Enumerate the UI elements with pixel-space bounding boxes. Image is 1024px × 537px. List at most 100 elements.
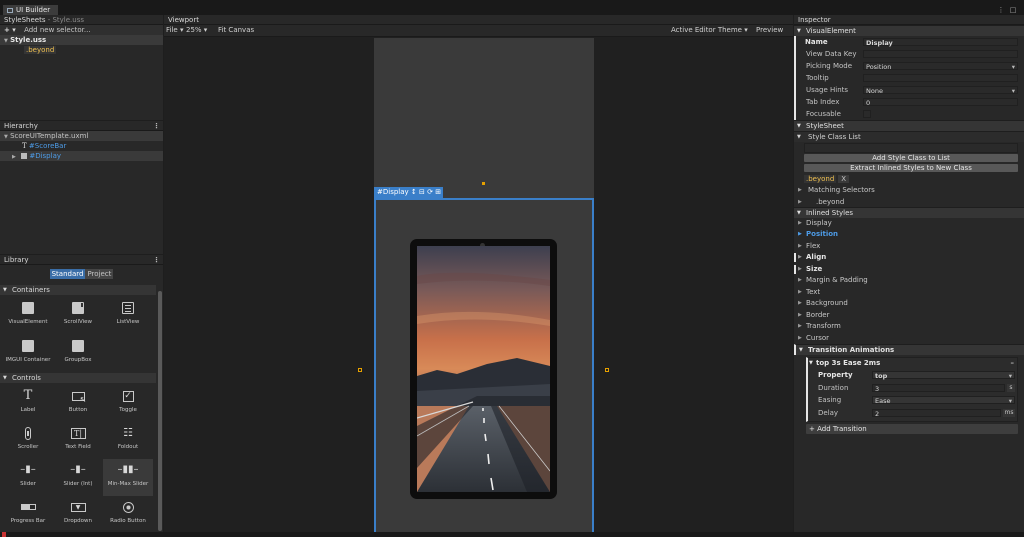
section-visual-element[interactable]: VisualElement [794,25,1024,37]
duration-unit[interactable]: s [1007,383,1015,392]
style-section-text[interactable]: Text [794,287,1024,299]
duration-field[interactable]: 3 [872,383,1005,393]
resize-handle-right[interactable] [605,368,609,372]
hierarchy-item-display[interactable]: ▶ #Display [0,151,163,161]
style-section-background[interactable]: Background [794,298,1024,310]
scroll-view-icon [72,302,84,314]
expand-arrow-icon[interactable]: ▼ [4,38,8,44]
hierarchy-item-scorebar[interactable]: T #ScoreBar [0,141,163,151]
library-item-progress-bar[interactable]: Progress Bar [3,496,53,533]
library-item-scrollview[interactable]: ScrollView [53,297,103,334]
library-item-radio-button[interactable]: Radio Button [103,496,153,533]
refresh-icon[interactable]: ⟳ [427,188,433,196]
resize-handle-left[interactable] [358,368,362,372]
label-icon: T [22,142,27,150]
foldout-icon: ☷ [123,426,133,439]
tab-standard[interactable]: Standard [49,269,86,279]
delay-unit[interactable]: ms [1003,408,1015,417]
preview-toggle[interactable]: Preview [756,25,783,35]
list-view-icon [122,302,134,314]
library-item-slider[interactable]: –▮– Slider [3,459,53,496]
tab-project[interactable]: Project [85,269,114,279]
delay-field[interactable]: 2 [872,408,1001,418]
kebab-icon[interactable]: ⋮ [153,121,160,131]
stylesheet-file-row[interactable]: ▼ Style.uss [0,35,163,45]
selected-element-tag[interactable]: #Display ↕ ⊟ ⟳ ⊞ [374,187,443,198]
hierarchy-header: Hierarchy ⋮ [0,121,163,131]
controls-category[interactable]: Controls [0,373,156,383]
library-item-toggle[interactable]: ✓ Toggle [103,385,153,422]
library-item-slider-int[interactable]: –▮– Slider (Int) [53,459,103,496]
file-menu[interactable]: File ▾ [166,25,183,35]
style-section-position[interactable]: Position [794,229,1024,241]
matching-selector-item[interactable]: .beyond [794,197,1024,207]
tooltip-field[interactable] [863,74,1018,82]
library-item-dropdown[interactable]: ▼ Dropdown [53,496,103,533]
add-selector-input[interactable]: Add new selector... [24,26,90,34]
collapse-arrow-icon[interactable]: ▶ [12,154,16,160]
add-style-class-button[interactable]: Add Style Class to List [804,154,1018,162]
hierarchy-root[interactable]: ▼ ScoreUITemplate.uxml [0,131,163,141]
style-section-border[interactable]: Border [794,310,1024,322]
class-chip-row: .beyond X [794,174,1024,185]
expand-arrow-icon[interactable]: ▼ [809,358,813,369]
kebab-icon[interactable]: ⋮ [153,255,160,265]
library-item-min-max-slider[interactable]: –▮▮– Min-Max Slider [103,459,153,496]
style-section-display[interactable]: Display [794,218,1024,230]
library-item-visualelement[interactable]: VisualElement [3,297,53,334]
kebab-menu-icon[interactable]: ⋮ [996,5,1006,15]
easing-dropdown[interactable]: Ease [872,396,1015,405]
ui-builder-tab[interactable]: UI Builder [3,5,58,15]
min-max-slider-icon: –▮▮– [117,464,139,475]
section-inlined-styles[interactable]: Inlined Styles [794,206,1024,219]
style-section-flex[interactable]: Flex [794,241,1024,253]
fit-canvas-button[interactable]: Fit Canvas [218,25,254,35]
style-class-list-foldout[interactable]: Style Class List [794,131,1024,143]
style-section-size[interactable]: Size [794,264,1024,276]
library-scrollbar[interactable] [158,291,162,531]
add-selector-row[interactable]: + ▾ Add new selector... [0,25,163,35]
section-transition-animations[interactable]: Transition Animations [794,344,1024,356]
property-dropdown[interactable]: top [872,371,1015,380]
library-item-listview[interactable]: ListView [103,297,153,334]
picking-mode-dropdown[interactable]: Position [863,62,1018,71]
expand-arrow-icon[interactable]: ▼ [4,134,8,140]
library-item-label[interactable]: T Label [3,385,53,422]
selector-row[interactable]: .beyond [0,45,163,55]
style-section-transform[interactable]: Transform [794,321,1024,333]
library-item-button[interactable]: ↖ Button [53,385,103,422]
style-section-align[interactable]: Align [794,252,1024,264]
name-field[interactable]: Display [863,38,1018,47]
library-item-scroller[interactable]: Scroller [3,422,53,459]
focusable-checkbox[interactable] [863,110,871,118]
matching-selectors-foldout[interactable]: Matching Selectors [794,185,1024,197]
library-item-foldout[interactable]: ☷ Foldout [103,422,153,459]
view-data-key-field[interactable] [863,50,1018,58]
zoom-menu[interactable]: 25% ▾ [186,25,207,35]
library-item-imgui-container[interactable]: IMGUI Container [3,335,53,372]
layout-icon[interactable]: ⊟ [419,188,425,196]
library-item-groupbox[interactable]: GroupBox [53,335,103,372]
maximize-icon[interactable]: □ [1008,5,1018,15]
style-section-cursor[interactable]: Cursor [794,333,1024,345]
tab-index-field[interactable]: 0 [863,98,1018,107]
theme-menu[interactable]: Active Editor Theme ▾ [671,25,748,35]
containers-grid: VisualElement ScrollView ListView IMGUI … [0,295,163,374]
containers-category[interactable]: Containers [0,285,156,295]
add-icon[interactable]: + ▾ [4,26,16,34]
sort-icon[interactable]: ↕ [411,188,417,196]
remove-transition-icon[interactable]: – [1011,358,1015,369]
viewport-toolbar: File ▾ 25% ▾ Fit Canvas Active Editor Th… [164,25,793,37]
style-section-margin-padding[interactable]: Margin & Padding [794,275,1024,287]
library-item-text-field[interactable]: T| Text Field [53,422,103,459]
usage-hints-dropdown[interactable]: None [863,86,1018,95]
window-icon [7,8,13,13]
add-transition-button[interactable]: + Add Transition [806,424,1018,434]
extract-inlined-styles-button[interactable]: Extract Inlined Styles to New Class [804,164,1018,172]
grid-icon[interactable]: ⊞ [435,188,441,196]
style-class-input[interactable] [804,143,1018,153]
viewport-header: Viewport [164,15,793,25]
transition-item-header[interactable]: ▼ top 3s Ease 2ms – [808,358,1017,369]
section-stylesheet[interactable]: StyleSheet [794,120,1024,132]
remove-class-icon[interactable]: X [838,175,850,183]
